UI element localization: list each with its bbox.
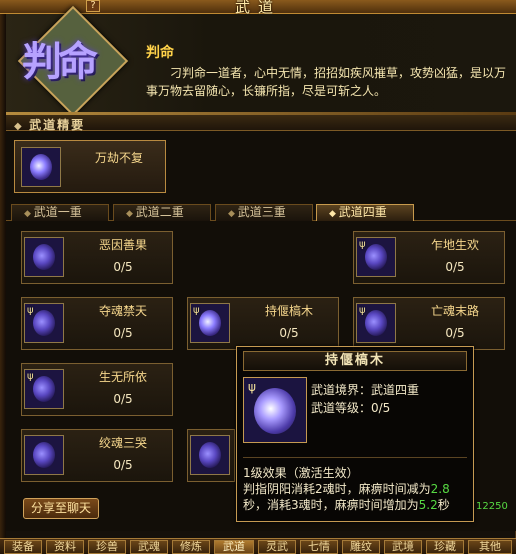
skill-icon: ψ bbox=[24, 369, 64, 409]
bottom-tab-qiqing[interactable]: 七情 bbox=[300, 540, 338, 554]
skill-level: 0/5 bbox=[113, 326, 133, 340]
skill-name: 亡魂末路 bbox=[430, 304, 479, 318]
main-skill-name: 万劫不复 bbox=[94, 151, 143, 165]
spirit-icon bbox=[199, 310, 221, 336]
skill-name: 绞魂三哭 bbox=[98, 436, 147, 450]
realm-mark-icon: ψ bbox=[359, 305, 366, 316]
bottom-tab-wujing[interactable]: 武境 bbox=[384, 540, 422, 554]
bottom-tab-collection[interactable]: 珍藏 bbox=[426, 540, 464, 554]
tooltip-effect-head: 1级效果（激活生效） bbox=[243, 466, 359, 480]
skill-name: 持偃槁木 bbox=[264, 304, 313, 318]
skill-name: 乍地生欢 bbox=[430, 238, 479, 252]
tab-realm-2[interactable]: 武道二重 bbox=[113, 204, 211, 221]
tooltip-effect: 1级效果（激活生效） 判指阴阳消耗2魂时，麻痹时间减为2.8 秒，消耗3魂时，麻痹… bbox=[243, 465, 471, 513]
realm-mark-icon: ψ bbox=[27, 305, 34, 316]
spirit-icon bbox=[33, 442, 55, 468]
book-description: 刁判命一道者，心中无情，招招如疾风摧草，攻势凶猛，是以万事万物去留随心，长镰所指… bbox=[146, 66, 507, 98]
realm-mark-icon: ψ bbox=[248, 380, 256, 394]
bottom-tab-cultivation[interactable]: 修炼 bbox=[172, 540, 210, 554]
tooltip-skill-icon: ψ bbox=[243, 377, 307, 443]
main-skill-icon bbox=[21, 147, 61, 187]
tab-realm-3[interactable]: 武道三重 bbox=[215, 204, 313, 221]
side-number: 12250 bbox=[476, 501, 508, 512]
section-header: 武道精要 bbox=[6, 115, 516, 132]
tab-realm-1[interactable]: 武道一重 bbox=[11, 204, 109, 221]
skill-card-eyinshanguo[interactable]: 恶因善果 0/5 bbox=[21, 231, 173, 284]
tooltip-effect-body: 判指阴阳消耗2魂时，麻痹时间减为2.8 秒，消耗3魂时，麻痹时间增加为5.2秒 bbox=[243, 481, 471, 513]
tooltip-separator bbox=[243, 457, 467, 458]
skill-card-jiaohunsanku[interactable]: 绞魂三哭 0/5 bbox=[21, 429, 173, 482]
effect-value-1: 2.8 bbox=[430, 482, 450, 496]
skill-level: 0/5 bbox=[113, 260, 133, 274]
skill-level: 0/5 bbox=[445, 326, 465, 340]
skill-card-shengwusuoyi[interactable]: ψ 生无所依 0/5 bbox=[21, 363, 173, 416]
skill-icon: ψ bbox=[190, 303, 230, 343]
tab-realm-4[interactable]: 武道四重 bbox=[316, 204, 414, 221]
bottom-tab-profile[interactable]: 资料 bbox=[46, 540, 84, 554]
skill-icon bbox=[24, 435, 64, 475]
spirit-icon bbox=[33, 310, 55, 336]
tooltip-title: 持偃槁木 bbox=[243, 351, 467, 371]
spirit-icon bbox=[199, 442, 221, 468]
skill-icon: ψ bbox=[356, 237, 396, 277]
swirl-icon bbox=[30, 154, 52, 180]
skill-icon bbox=[190, 435, 230, 475]
effect-text-1: 判指阴阳消耗2魂时，麻痹时间减为 bbox=[243, 482, 431, 496]
main-skill-card[interactable]: 万劫不复 bbox=[14, 140, 166, 193]
bottom-tab-equipment[interactable]: 装备 bbox=[4, 540, 42, 554]
skill-level: 0/5 bbox=[113, 392, 133, 406]
bottom-tab-diaowen[interactable]: 雕纹 bbox=[342, 540, 380, 554]
skill-icon: ψ bbox=[356, 303, 396, 343]
ghost-icon bbox=[365, 310, 387, 336]
skill-card-zhadishenghuan[interactable]: ψ 乍地生欢 0/5 bbox=[353, 231, 505, 284]
bottom-tab-other[interactable]: 其他 bbox=[468, 540, 512, 554]
skill-tooltip: 持偃槁木 ψ 武道境界：武道四重 武道等级：0/5 1级效果（激活生效） 判指阴… bbox=[236, 346, 474, 522]
spirit-icon bbox=[33, 244, 55, 270]
realm-mark-icon: ψ bbox=[193, 305, 200, 316]
realm-mark-icon: ψ bbox=[27, 371, 34, 382]
bottom-tab-wudao[interactable]: 武道 bbox=[214, 540, 254, 554]
bottom-tab-martial-soul[interactable]: 武魂 bbox=[130, 540, 168, 554]
skill-card-wanghunmolu[interactable]: ψ 亡魂末路 0/5 bbox=[353, 297, 505, 350]
skill-level: 0/5 bbox=[113, 458, 133, 472]
tooltip-realm: 武道境界：武道四重 bbox=[311, 383, 420, 397]
skill-name: 恶因善果 bbox=[98, 238, 147, 252]
tooltip-level: 武道等级：0/5 bbox=[311, 401, 391, 415]
book-emblem: 判命 bbox=[16, 5, 129, 117]
skill-card-duohunjintian[interactable]: ψ 夺魂禁天 0/5 bbox=[21, 297, 173, 350]
realm-tabs: 武道一重 武道二重 武道三重 武道四重 bbox=[6, 201, 516, 221]
spirit-icon bbox=[33, 376, 55, 402]
ghost-icon bbox=[365, 244, 387, 270]
spirit-icon bbox=[254, 388, 296, 434]
skill-icon: ψ bbox=[24, 303, 64, 343]
skill-level: 0/5 bbox=[445, 260, 465, 274]
skill-card-partial[interactable] bbox=[187, 429, 235, 482]
effect-text-2: 秒，消耗3魂时，麻痹时间增加为 bbox=[243, 498, 419, 512]
emblem-calligraphy: 判命 bbox=[22, 38, 98, 85]
book-name: 判命 bbox=[146, 45, 174, 61]
skill-name: 生无所依 bbox=[98, 370, 147, 384]
effect-text-3: 秒 bbox=[437, 498, 450, 512]
skill-icon bbox=[24, 237, 64, 277]
skill-card-chiyangaomu[interactable]: ψ 持偃槁木 0/5 bbox=[187, 297, 339, 350]
skill-name: 夺魂禁天 bbox=[98, 304, 147, 318]
skill-level: 0/5 bbox=[279, 326, 299, 340]
book-header: 判命 判命 刁判命一道者，心中无情，招招如疾风摧草，攻势凶猛，是以万事万物去留随… bbox=[6, 5, 516, 117]
effect-value-2: 5.2 bbox=[418, 498, 438, 512]
realm-mark-icon: ψ bbox=[359, 239, 366, 250]
bottom-tab-pets[interactable]: 珍兽 bbox=[88, 540, 126, 554]
bottom-tab-lingwu[interactable]: 灵武 bbox=[258, 540, 296, 554]
share-to-chat-button[interactable]: 分享至聊天 bbox=[23, 498, 99, 519]
